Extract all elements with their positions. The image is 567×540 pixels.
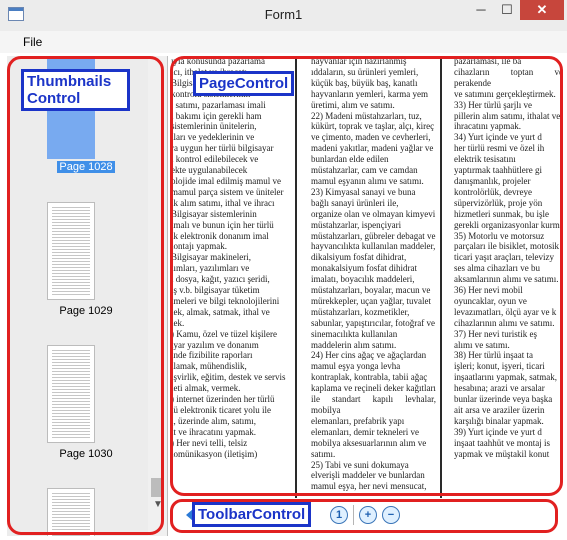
page-annotation-label: PageControl <box>193 71 295 96</box>
toolbar-annotation-label: ToolbarControl <box>192 502 312 527</box>
title-bar: Form1 ─ ☐ ✕ <box>0 0 567 32</box>
close-button[interactable]: ✕ <box>520 0 564 20</box>
menu-bar: File <box>0 31 567 53</box>
thumbnails-annotation-label: Thumbnails Control <box>21 69 130 111</box>
page-annotation-outline <box>170 56 563 496</box>
menu-file[interactable]: File <box>23 35 42 49</box>
maximize-button[interactable]: ☐ <box>494 0 520 20</box>
thumbnails-annotation-outline <box>7 56 164 535</box>
minimize-button[interactable]: ─ <box>468 0 494 20</box>
